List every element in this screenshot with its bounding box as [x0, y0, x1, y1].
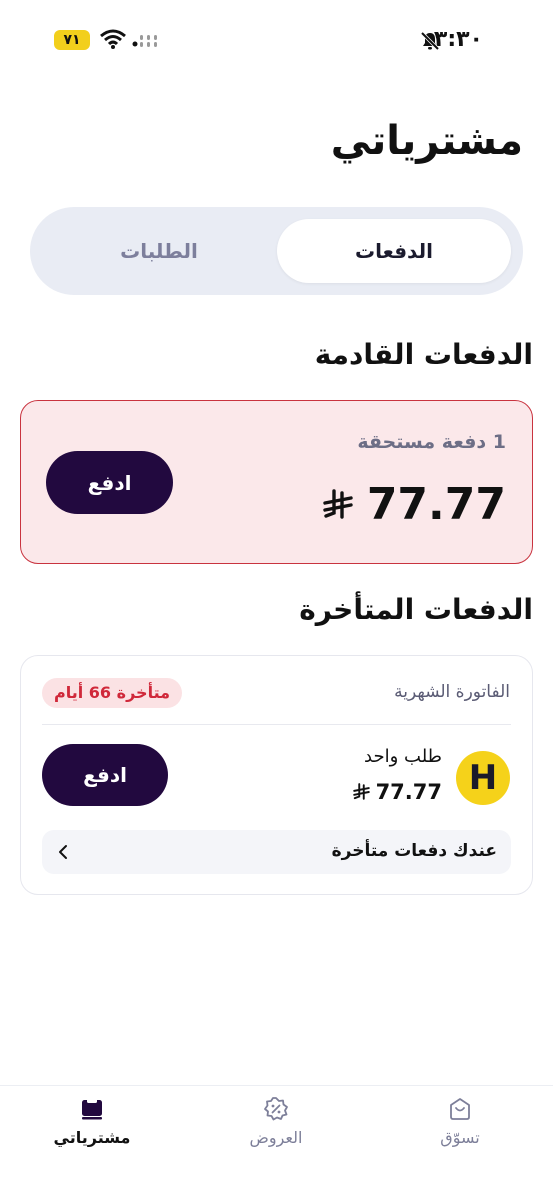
overdue-row-label: عندك دفعات متأخرة: [331, 841, 497, 861]
nav-label-purchases: مشترياتي: [53, 1128, 131, 1147]
upcoming-amount-value: 77.77: [366, 479, 506, 530]
merchant-logo: H: [456, 751, 510, 805]
divider: [42, 724, 511, 725]
nav-item-shop[interactable]: تسوّق: [400, 1096, 520, 1166]
status-time: ٣:٣٠: [433, 27, 483, 52]
tab-orders[interactable]: الطلبات: [42, 219, 276, 283]
order-name: طلب واحد: [364, 746, 442, 767]
pay-upcoming-button[interactable]: ادفع: [46, 451, 173, 514]
upcoming-amount: 77.77: [323, 479, 506, 530]
page-title: مشترياتي: [330, 118, 523, 164]
bottom-navigation: مشترياتي العروض تسوّق: [0, 1085, 553, 1200]
riyal-icon: [352, 783, 370, 800]
order-amount: 77.77: [352, 780, 442, 804]
pay-overdue-button[interactable]: ادفع: [42, 744, 168, 806]
nav-item-offers[interactable]: العروض: [216, 1096, 336, 1166]
riyal-icon: [323, 488, 353, 519]
purchases-icon: [82, 1098, 102, 1120]
tab-payments[interactable]: الدفعات: [277, 219, 511, 283]
overdue-payment-card: الفاتورة الشهرية متأخرة 66 أيام H طلب وا…: [20, 655, 533, 895]
signal-icon: [132, 35, 157, 47]
discount-badge-icon: [264, 1097, 288, 1121]
nav-label-shop: تسوّق: [440, 1128, 480, 1147]
status-bar: ٣:٣٠ ٧١: [0, 24, 553, 56]
upcoming-payments-title: الدفعات القادمة: [314, 338, 533, 371]
monthly-bill-label: الفاتورة الشهرية: [394, 682, 510, 702]
nav-item-purchases[interactable]: مشترياتي: [32, 1096, 152, 1166]
segmented-tabs: الدفعات الطلبات: [30, 207, 523, 295]
chevron-left-icon: [59, 845, 67, 859]
late-status-badge: متأخرة 66 أيام: [42, 678, 183, 708]
app-screen: ٣:٣٠ ٧١ مشترياتي الدفعات الطلبات الدفعات…: [0, 0, 553, 1200]
overdue-payments-link[interactable]: عندك دفعات متأخرة: [42, 830, 511, 874]
upcoming-payment-card: 1 دفعة مستحقة 77.77 ادفع: [20, 400, 533, 564]
battery-indicator: ٧١: [54, 30, 90, 50]
overdue-payments-title: الدفعات المتأخرة: [299, 593, 533, 626]
mute-bell-icon: [420, 31, 440, 51]
wifi-icon: [100, 29, 126, 49]
due-count: 1 دفعة مستحقة: [357, 431, 506, 453]
nav-label-offers: العروض: [249, 1128, 303, 1147]
merchant-logo-letter: H: [468, 758, 498, 798]
order-amount-value: 77.77: [375, 780, 442, 804]
shop-bag-icon: [450, 1098, 470, 1120]
